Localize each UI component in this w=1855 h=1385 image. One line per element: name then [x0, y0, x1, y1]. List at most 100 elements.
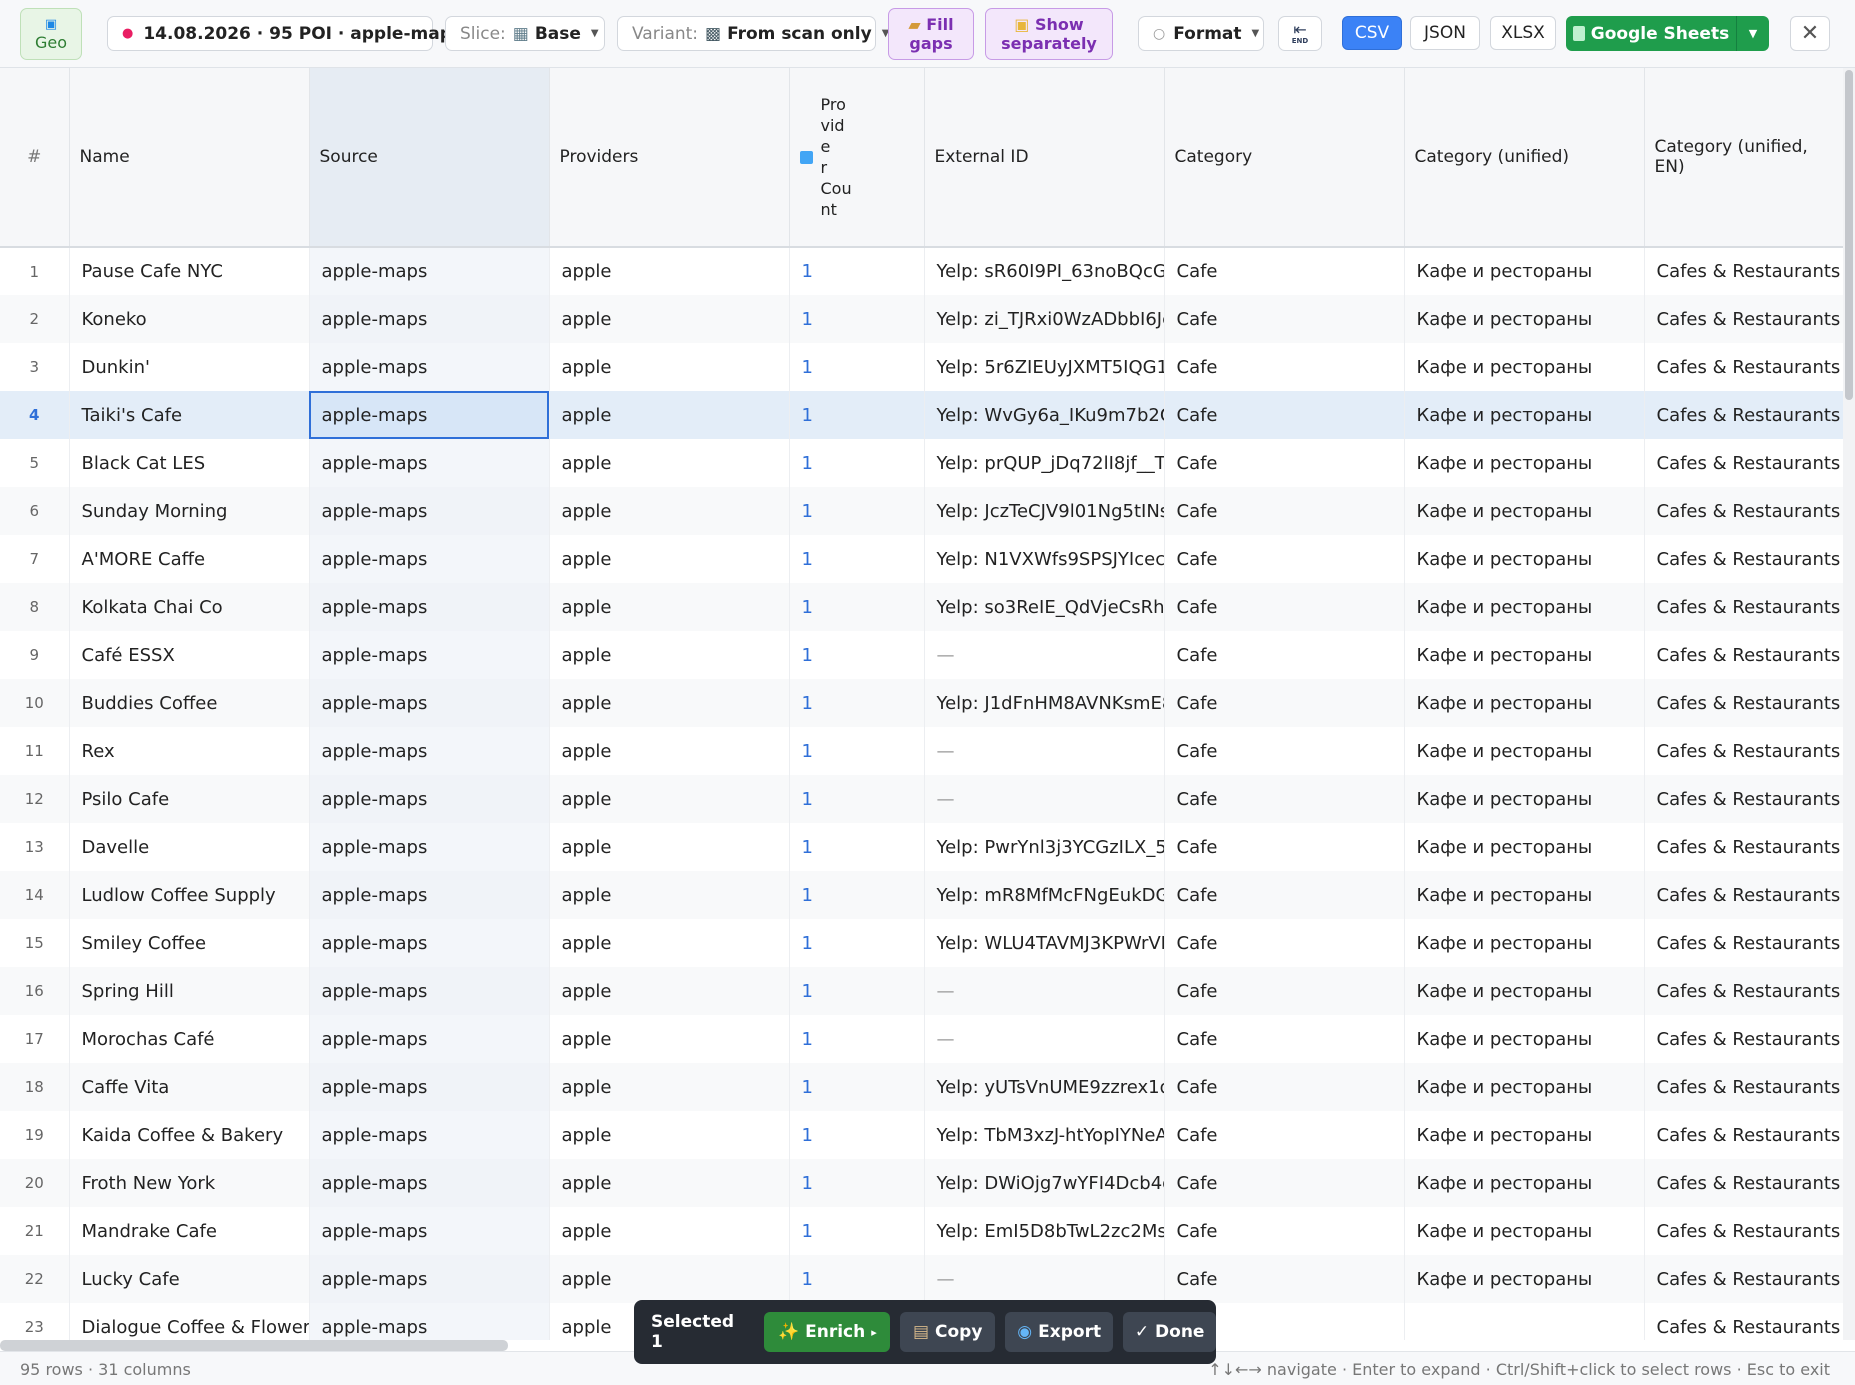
cell-category[interactable]: Cafe: [1164, 439, 1405, 487]
table-row[interactable]: 18 Caffe Vita apple-maps apple 1 Yelp: yUTsVn…: [0, 1063, 1843, 1111]
cell-category[interactable]: Cafe: [1164, 823, 1405, 871]
cell-providers[interactable]: apple: [549, 919, 790, 967]
cell-external-id[interactable]: —: [924, 967, 1165, 1015]
cell-category-unified[interactable]: Кафе и рестораны: [1404, 247, 1645, 295]
row-index[interactable]: 15: [0, 919, 70, 967]
cell-category-unified[interactable]: Кафе и рестораны: [1404, 583, 1645, 631]
cell-name[interactable]: Black Cat LES: [69, 439, 310, 487]
cell-category[interactable]: Cafe: [1164, 775, 1405, 823]
cell-provider-count[interactable]: 1: [789, 919, 925, 967]
cell-category-unified-en[interactable]: Cafes & Restaurants: [1644, 871, 1843, 919]
cell-provider-count[interactable]: 1: [789, 1207, 925, 1255]
cell-category-unified-en[interactable]: Cafes & Restaurants: [1644, 535, 1843, 583]
cell-external-id[interactable]: Yelp: prQUP_jDq72lI8jf__TK_v: [924, 439, 1165, 487]
cell-providers[interactable]: apple: [549, 727, 790, 775]
row-index[interactable]: 1: [0, 247, 70, 295]
cell-providers[interactable]: apple: [549, 1255, 790, 1303]
cell-external-id[interactable]: —: [924, 1015, 1165, 1063]
google-sheets-button[interactable]: Google Sheets ▼: [1566, 16, 1769, 51]
cell-category[interactable]: Cafe: [1164, 1159, 1405, 1207]
cell-category[interactable]: Cafe: [1164, 919, 1405, 967]
row-index[interactable]: 22: [0, 1255, 70, 1303]
cell-source[interactable]: apple-maps: [309, 679, 550, 727]
cell-category[interactable]: Cafe: [1164, 1015, 1405, 1063]
cell-name[interactable]: Kolkata Chai Co: [69, 583, 310, 631]
scan-selector[interactable]: ● 14.08.2026 · 95 POI · apple-maps ▼: [107, 16, 480, 51]
cell-category-unified-en[interactable]: Cafes & Restaurants: [1644, 1159, 1843, 1207]
cell-provider-count[interactable]: 1: [789, 823, 925, 871]
column-header-providers[interactable]: Providers: [549, 68, 790, 248]
cell-providers[interactable]: apple: [549, 535, 790, 583]
horizontal-scrollbar-thumb[interactable]: [0, 1340, 508, 1351]
cell-source[interactable]: apple-maps: [309, 247, 550, 295]
cell-source[interactable]: apple-maps: [309, 775, 550, 823]
cell-category-unified[interactable]: Кафе и рестораны: [1404, 775, 1645, 823]
slice-selector[interactable]: Slice: ▦ Base ▼: [445, 16, 605, 51]
cell-name[interactable]: Buddies Coffee: [69, 679, 310, 727]
cell-name[interactable]: Kaida Coffee & Bakery: [69, 1111, 310, 1159]
cell-external-id[interactable]: Yelp: so3ReIE_QdVjeCsRhCCL: [924, 583, 1165, 631]
row-index[interactable]: 10: [0, 679, 70, 727]
cell-category-unified[interactable]: Кафе и рестораны: [1404, 679, 1645, 727]
google-sheets-dropdown[interactable]: ▼: [1736, 16, 1769, 51]
cell-external-id[interactable]: Yelp: WLU4TAVMJ3KPWrVP4: [924, 919, 1165, 967]
cell-category-unified[interactable]: Кафе и рестораны: [1404, 823, 1645, 871]
cell-provider-count[interactable]: 1: [789, 1015, 925, 1063]
column-header-index[interactable]: #: [0, 68, 70, 248]
row-index[interactable]: 7: [0, 535, 70, 583]
row-index[interactable]: 19: [0, 1111, 70, 1159]
cell-provider-count[interactable]: 1: [789, 583, 925, 631]
table-row[interactable]: 16 Spring Hill apple-maps apple 1— Cafe Кафе и…: [0, 967, 1843, 1015]
cell-source[interactable]: apple-maps: [309, 583, 550, 631]
cell-category-unified-en[interactable]: Cafes & Restaurants: [1644, 247, 1843, 295]
cell-category[interactable]: Cafe: [1164, 1111, 1405, 1159]
cell-external-id[interactable]: Yelp: 5r6ZIEUyJXMT5IQG1Fw: [924, 343, 1165, 391]
row-index[interactable]: 18: [0, 1063, 70, 1111]
table-row[interactable]: 15 Smiley Coffee apple-maps apple 1 Yelp: WLU…: [0, 919, 1843, 967]
cell-name[interactable]: Lucky Cafe: [69, 1255, 310, 1303]
done-button[interactable]: ✓ Done: [1123, 1312, 1216, 1352]
close-button[interactable]: ✕: [1790, 16, 1830, 51]
cell-source[interactable]: apple-maps: [309, 1303, 550, 1340]
cell-source[interactable]: apple-maps: [309, 1159, 550, 1207]
cell-source[interactable]: apple-maps: [309, 535, 550, 583]
cell-providers[interactable]: apple: [549, 343, 790, 391]
row-index[interactable]: 16: [0, 967, 70, 1015]
cell-category-unified[interactable]: Кафе и рестораны: [1404, 391, 1645, 439]
cell-category-unified[interactable]: Кафе и рестораны: [1404, 1255, 1645, 1303]
cell-source[interactable]: apple-maps: [309, 1207, 550, 1255]
row-index[interactable]: 12: [0, 775, 70, 823]
cell-external-id[interactable]: —: [924, 1255, 1165, 1303]
cell-providers[interactable]: apple: [549, 823, 790, 871]
cell-name[interactable]: Café ESSX: [69, 631, 310, 679]
cell-name[interactable]: Spring Hill: [69, 967, 310, 1015]
cell-category-unified[interactable]: Кафе и рестораны: [1404, 343, 1645, 391]
cell-category-unified-en[interactable]: Cafes & Restaurants: [1644, 727, 1843, 775]
cell-external-id[interactable]: Yelp: yUTsVnUME9zzrex1qmr: [924, 1063, 1165, 1111]
cell-name[interactable]: Dialogue Coffee & Flowers: [69, 1303, 310, 1340]
table-row[interactable]: 5 Black Cat LES apple-maps apple 1 Yelp: prQU…: [0, 439, 1843, 487]
cell-category[interactable]: Cafe: [1164, 1063, 1405, 1111]
cell-providers[interactable]: apple: [549, 679, 790, 727]
cell-source[interactable]: apple-maps: [309, 343, 550, 391]
cell-category-unified-en[interactable]: Cafes & Restaurants: [1644, 967, 1843, 1015]
cell-category[interactable]: Cafe: [1164, 343, 1405, 391]
cell-source[interactable]: apple-maps: [309, 295, 550, 343]
row-index[interactable]: 21: [0, 1207, 70, 1255]
cell-category-unified-en[interactable]: Cafes & Restaurants: [1644, 295, 1843, 343]
row-index[interactable]: 2: [0, 295, 70, 343]
cell-provider-count[interactable]: 1: [789, 631, 925, 679]
cell-category[interactable]: Cafe: [1164, 391, 1405, 439]
show-separately-button[interactable]: ▣ Show separately: [985, 8, 1113, 60]
cell-external-id[interactable]: —: [924, 775, 1165, 823]
cell-provider-count[interactable]: 1: [789, 295, 925, 343]
cell-category[interactable]: Cafe: [1164, 679, 1405, 727]
cell-category-unified-en[interactable]: Cafes & Restaurants: [1644, 439, 1843, 487]
row-index[interactable]: 14: [0, 871, 70, 919]
cell-providers[interactable]: apple: [549, 775, 790, 823]
row-index[interactable]: 9: [0, 631, 70, 679]
cell-source[interactable]: apple-maps: [309, 727, 550, 775]
cell-category-unified-en[interactable]: Cafes & Restaurants: [1644, 1303, 1843, 1340]
table-row[interactable]: 1 Pause Cafe NYC apple-maps apple 1 Yelp: sR6…: [0, 247, 1843, 295]
cell-category-unified-en[interactable]: Cafes & Restaurants: [1644, 487, 1843, 535]
